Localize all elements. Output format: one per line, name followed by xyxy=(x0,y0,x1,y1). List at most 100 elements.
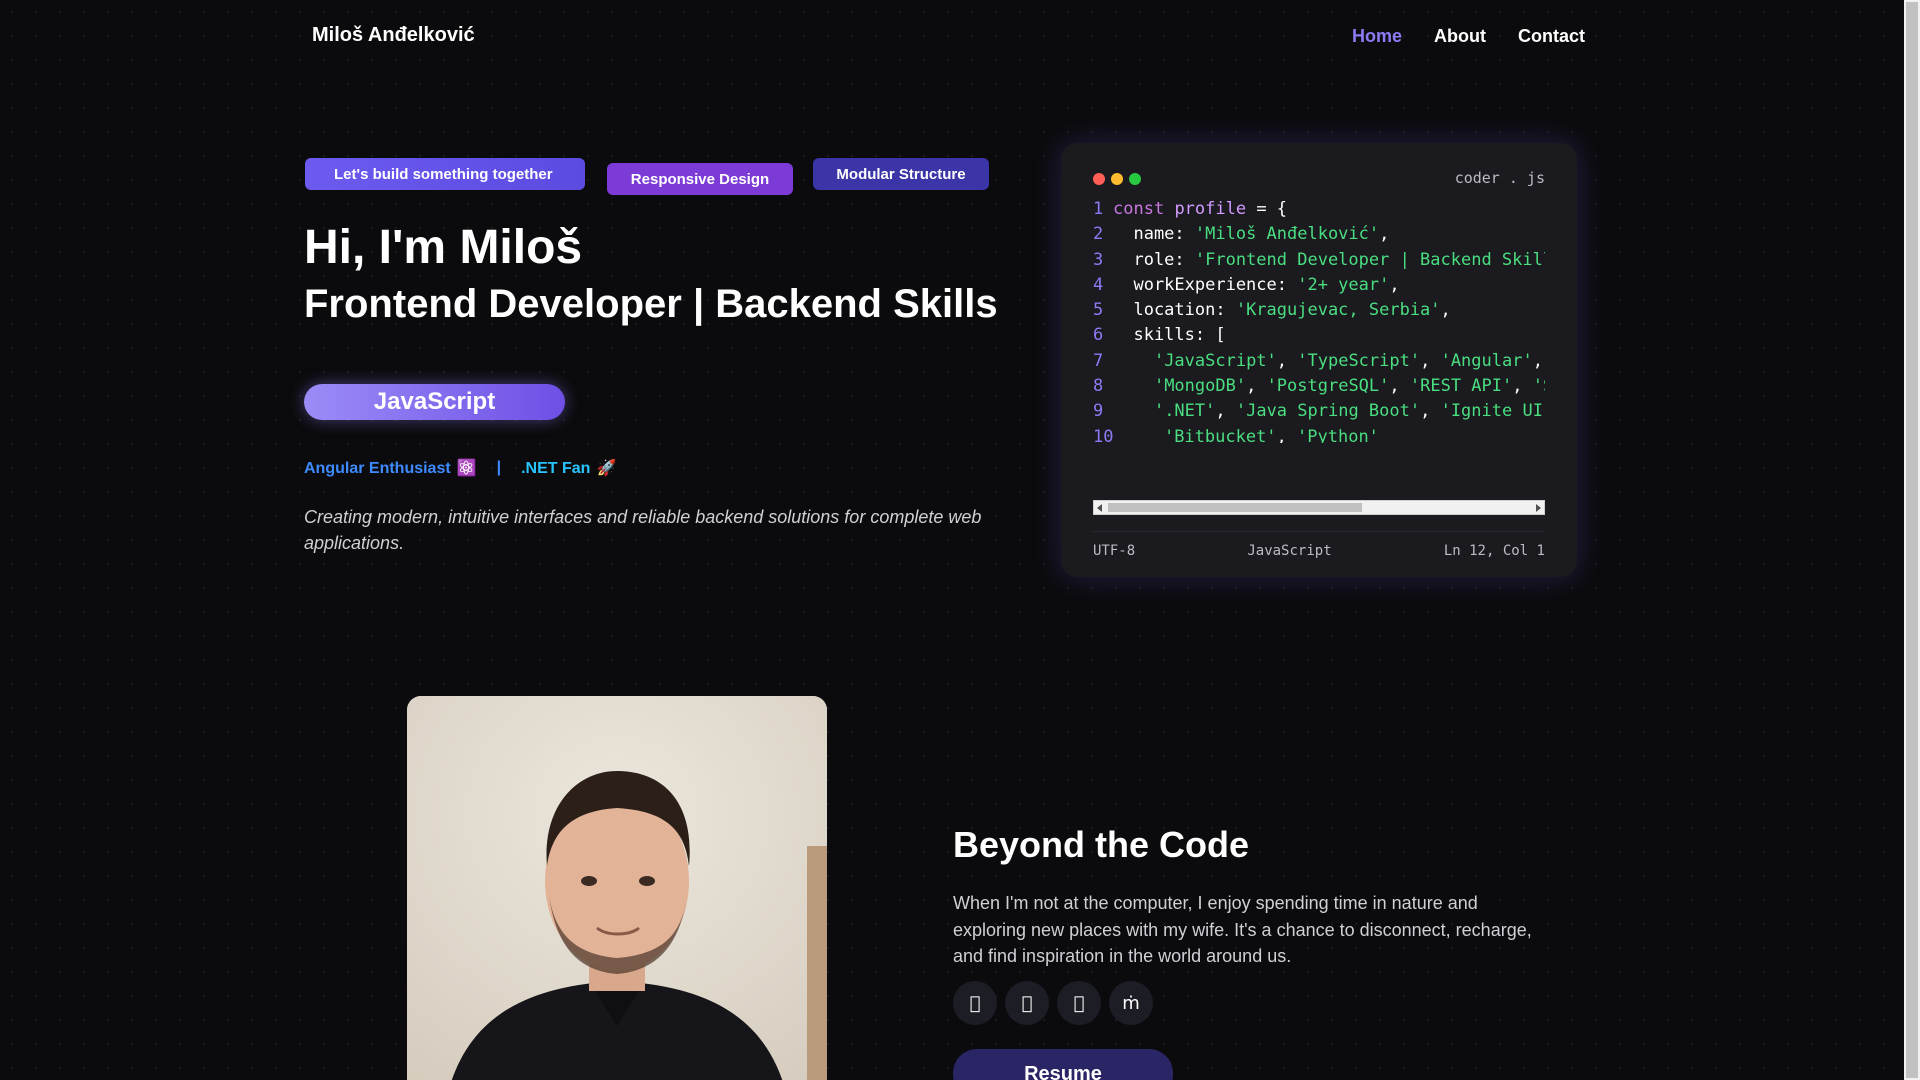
code-token: , xyxy=(1512,376,1533,397)
line-number: 7 xyxy=(1093,350,1104,371)
typed-skill-pill: JavaScript xyxy=(304,384,565,420)
code-token: , xyxy=(1420,401,1441,422)
close-dot-icon xyxy=(1093,173,1105,185)
line-number: 5 xyxy=(1093,300,1104,321)
line-number: 9 xyxy=(1093,401,1104,422)
line-number: 6 xyxy=(1093,325,1104,346)
code-line: 9 '.NET', 'Java Spring Boot', 'Ignite UI xyxy=(1093,399,1545,424)
scroll-right-icon[interactable] xyxy=(1536,504,1541,512)
interest-separator: | xyxy=(496,459,502,476)
status-divider xyxy=(1093,531,1545,532)
linkedin-icon[interactable]:  xyxy=(1005,981,1049,1025)
code-token: 'TypeScript' xyxy=(1297,350,1421,371)
code-line: 4 workExperience: '2+ year', xyxy=(1093,273,1545,298)
tag-build-together: Let's build something together xyxy=(305,158,585,190)
line-number: 1 xyxy=(1093,199,1104,219)
code-token: 'MongoDB' xyxy=(1153,376,1247,397)
portrait-photo-icon xyxy=(407,696,827,1080)
about-text: When I'm not at the computer, I enjoy sp… xyxy=(953,893,1532,966)
code-token: skills: [ xyxy=(1113,325,1226,346)
line-number: 8 xyxy=(1093,376,1104,397)
status-encoding: UTF-8 xyxy=(1093,543,1136,559)
code-token: , xyxy=(1389,376,1410,397)
page-scrollbar-thumb[interactable] xyxy=(1906,2,1918,1078)
profile-photo xyxy=(407,696,827,1080)
code-line: 6 skills: [ xyxy=(1093,323,1545,348)
code-token: location: xyxy=(1113,300,1236,321)
code-token: , xyxy=(1420,350,1441,371)
code-token: const xyxy=(1113,199,1165,219)
code-token: role: xyxy=(1113,249,1195,270)
code-line: 8 'MongoDB', 'PostgreSQL', 'REST API', '… xyxy=(1093,374,1545,399)
code-token: '.NET' xyxy=(1153,401,1216,422)
hero-greeting: Hi, I'm Miloš xyxy=(304,221,583,274)
line-number: 4 xyxy=(1093,274,1104,295)
code-token: 'REST API' xyxy=(1409,376,1513,397)
code-status-bar: UTF-8 JavaScript Ln 12, Col 1 xyxy=(1093,543,1545,559)
code-line: 7 'JavaScript', 'TypeScript', 'Angular', xyxy=(1093,349,1545,374)
tag-modular-structure: Modular Structure xyxy=(813,158,989,190)
interest-dotnet-label: .NET Fan xyxy=(521,460,591,477)
code-horizontal-scrollbar[interactable] xyxy=(1093,500,1545,515)
minimize-dot-icon xyxy=(1111,173,1123,185)
atom-icon: ⚛️ xyxy=(456,458,477,477)
status-cursor: Ln 12, Col 1 xyxy=(1443,543,1545,559)
code-token: , xyxy=(1389,274,1400,295)
interest-angular-label: Angular Enthusiast xyxy=(304,460,451,477)
code-token: , xyxy=(1440,300,1451,321)
social-links:    ṁ xyxy=(953,981,1153,1025)
email-icon[interactable]:  xyxy=(1057,981,1101,1025)
maximize-dot-icon xyxy=(1129,173,1141,185)
code-token: , xyxy=(1276,426,1298,443)
medium-icon[interactable]: ṁ xyxy=(1109,981,1153,1025)
interest-dotnet: .NET Fan 🚀 xyxy=(521,458,616,478)
resume-button[interactable]: Resume xyxy=(953,1049,1173,1080)
code-token: profile xyxy=(1174,199,1247,219)
code-scrollbar-thumb[interactable] xyxy=(1108,503,1362,512)
interest-angular: Angular Enthusiast ⚛️ xyxy=(304,458,477,478)
code-token: 'S xyxy=(1532,376,1545,397)
code-token: , xyxy=(1532,350,1543,371)
line-number: 10 xyxy=(1093,426,1114,443)
code-token: '2+ year' xyxy=(1297,274,1390,295)
line-number: 3 xyxy=(1093,249,1104,270)
code-content[interactable]: 1 const profile = { 2 name: 'Miloš Anđelko… xyxy=(1093,197,1545,443)
status-language: JavaScript xyxy=(1247,543,1332,559)
code-token: 'Ignite UI xyxy=(1440,401,1543,422)
code-token: 'JavaScript' xyxy=(1153,350,1277,371)
nav-link-about[interactable]: About xyxy=(1434,26,1486,47)
code-token: 'Java Spring Boot' xyxy=(1235,401,1421,422)
code-token: , xyxy=(1215,401,1236,422)
site-logo[interactable]: Miloš Anđelković xyxy=(312,24,475,47)
code-token: 'Bitbucket' xyxy=(1163,426,1277,443)
code-token: 'Angular' xyxy=(1440,350,1533,371)
code-line: 1 const profile = { xyxy=(1093,197,1545,222)
tag-responsive-design: Responsive Design xyxy=(607,163,793,195)
about-title: Beyond the Code xyxy=(953,824,1250,865)
rocket-icon: 🚀 xyxy=(596,458,617,477)
code-line: 10 'Bitbucket', 'Python' xyxy=(1093,425,1545,443)
interests-line: Angular Enthusiast ⚛️ | .NET Fan 🚀 xyxy=(304,458,616,478)
code-token: 'Python' xyxy=(1297,426,1379,443)
code-line: 5 location: 'Kragujevac, Serbia', xyxy=(1093,298,1545,323)
code-line: 3 role: 'Frontend Developer | Backend Sk… xyxy=(1093,248,1545,273)
scroll-left-icon[interactable] xyxy=(1097,504,1102,512)
nav-link-contact[interactable]: Contact xyxy=(1518,26,1585,47)
hero-role: Frontend Developer | Backend Skills xyxy=(304,282,998,326)
main-nav: Home About Contact xyxy=(1352,26,1585,47)
github-icon[interactable]:  xyxy=(953,981,997,1025)
code-token: , xyxy=(1276,350,1298,371)
code-line: 2 name: 'Miloš Anđelković', xyxy=(1093,222,1545,247)
code-token: 'PostgreSQL' xyxy=(1266,376,1390,397)
code-token: = { xyxy=(1246,199,1288,219)
page-scrollbar[interactable] xyxy=(1904,0,1920,1080)
code-token: name: xyxy=(1113,224,1195,245)
code-token: 'Miloš Anđelković' xyxy=(1194,224,1380,245)
code-token: 'Kragujevac, Serbia' xyxy=(1235,300,1441,321)
nav-link-home[interactable]: Home xyxy=(1352,26,1402,47)
